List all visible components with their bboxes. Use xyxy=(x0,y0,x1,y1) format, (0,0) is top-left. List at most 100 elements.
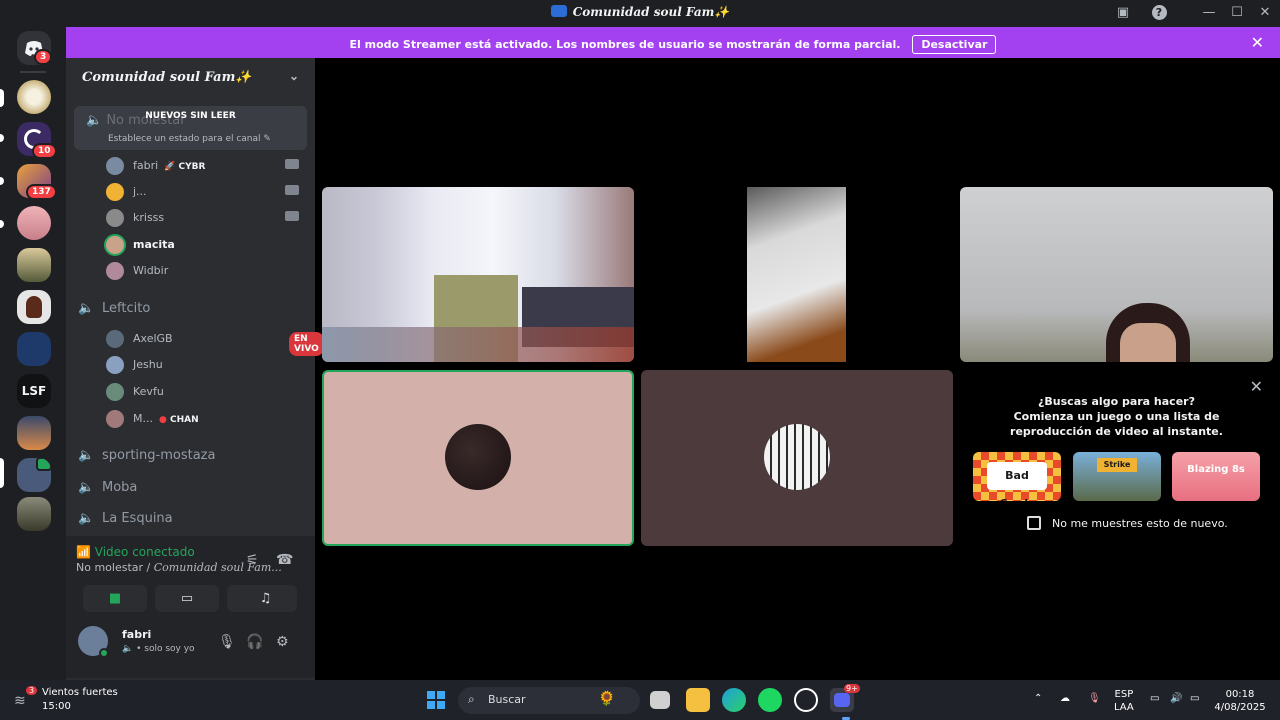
microphone-tray-icon[interactable]: 🎙 xyxy=(1088,692,1101,705)
weather-widget[interactable]: Vientos fuertes 15:00 xyxy=(42,686,118,714)
selected-pill xyxy=(0,458,4,488)
voice-status[interactable]: 📶 Video conectado xyxy=(76,545,195,559)
taskbar-search[interactable]: ⌕ Buscar 🌻 xyxy=(458,687,640,714)
voice-channel-leftcito[interactable]: 🔈 Leftcito xyxy=(78,301,150,316)
app-icon xyxy=(550,5,567,17)
guild-name: Comunidad soul Fam✨ xyxy=(82,70,252,85)
title-bar: Comunidad soul Fam✨ ▣ ? — ☐ ✕ xyxy=(0,0,1280,27)
speaker-icon: 🔈 xyxy=(78,448,95,463)
promo-subtext: Comienza un juego o una lista de reprodu… xyxy=(1010,410,1223,438)
edge-icon[interactable] xyxy=(722,688,746,712)
server-voice[interactable] xyxy=(17,458,51,492)
task-view-icon[interactable] xyxy=(650,691,670,709)
avatar xyxy=(445,424,511,490)
server-blue[interactable] xyxy=(17,332,51,366)
dont-show-again-label: No me muestres esto de nuevo. xyxy=(1052,517,1228,530)
language-indicator[interactable]: ESP LAA xyxy=(1114,688,1134,714)
guild-header[interactable]: Comunidad soul Fam✨ ⌄ xyxy=(66,58,315,98)
voice-channel-moba[interactable]: 🔈 Moba xyxy=(78,480,137,495)
video-tile-avatar-piano[interactable] xyxy=(641,370,953,546)
online-status-dot xyxy=(99,648,109,658)
unread-label: NUEVOS SIN LEER xyxy=(145,111,236,121)
avatar xyxy=(106,209,124,227)
network-icon[interactable]: ▭ xyxy=(1150,692,1159,705)
video-tile-ceiling[interactable] xyxy=(960,187,1273,362)
cloud-icon[interactable]: ☁ xyxy=(1060,692,1070,705)
search-icon: ⌕ xyxy=(468,692,475,706)
camera-button[interactable]: ■ xyxy=(83,585,147,612)
maximize-icon[interactable]: ☐ xyxy=(1227,4,1247,22)
chevron-down-icon: ⌄ xyxy=(288,69,299,83)
home-badge: 3 xyxy=(34,49,53,65)
camera-icon xyxy=(285,185,299,195)
game-tile-blazing-8s[interactable]: Blazing 8s xyxy=(1172,452,1260,501)
lock-speaker-icon: 🔈 xyxy=(78,511,95,526)
user-status: 🔈 • solo soy yo xyxy=(122,644,195,654)
file-explorer-icon[interactable] xyxy=(686,688,710,712)
live-badge: EN VIVO xyxy=(289,332,324,356)
promo-heading: ¿Buscas algo para hacer? xyxy=(1038,395,1195,408)
help-icon[interactable]: ? xyxy=(1149,4,1169,22)
screen-share-button[interactable]: ▭ xyxy=(155,585,219,612)
channel-status-prompt[interactable]: Establece un estado para el canal ✎ xyxy=(108,134,271,144)
video-tile-avatar-speaking[interactable] xyxy=(322,370,634,546)
server-sunset[interactable] xyxy=(17,416,51,450)
unread-pill xyxy=(0,220,4,228)
user-panel: fabri 🔈 • solo soy yo 🎙 🎧 ⚙ xyxy=(66,624,315,678)
windows-taskbar: ≋ 3 Vientos fuertes 15:00 ⌕ Buscar 🌻 9+ … xyxy=(0,680,1280,720)
server-room[interactable] xyxy=(17,248,51,282)
avatar xyxy=(106,183,124,201)
chatgpt-icon[interactable] xyxy=(794,688,818,712)
dont-show-again-checkbox[interactable] xyxy=(1027,516,1041,530)
battery-icon[interactable]: ▭ xyxy=(1190,692,1199,705)
server-rail: 3 10 137 LSF xyxy=(0,27,66,680)
headphones-icon[interactable]: 🎧 xyxy=(246,634,263,650)
speaker-icon: 🔈 xyxy=(78,480,95,495)
activity-promo: ✕ ¿Buscas algo para hacer? Comienza un j… xyxy=(960,370,1273,546)
avatar xyxy=(106,410,124,428)
rail-divider xyxy=(20,71,46,73)
spotify-icon[interactable] xyxy=(758,688,782,712)
inbox-icon[interactable]: ▣ xyxy=(1113,4,1133,22)
game-tile-bad-cards[interactable]: Bad Cards xyxy=(973,452,1061,501)
speaker-icon: 🔈 xyxy=(78,301,95,316)
deactivate-button[interactable]: Desactivar xyxy=(912,35,997,54)
voice-channel-sporting-mostaza[interactable]: 🔈 sporting-mostaza xyxy=(78,448,215,463)
avatar xyxy=(764,424,830,490)
server-lsf[interactable]: LSF xyxy=(17,374,51,408)
selected-pill xyxy=(0,89,4,107)
close-banner-icon[interactable]: ✕ xyxy=(1251,33,1264,52)
server-pink[interactable] xyxy=(17,206,51,240)
close-window-icon[interactable]: ✕ xyxy=(1255,4,1275,22)
video-tile-floor[interactable] xyxy=(747,187,846,362)
minimize-icon[interactable]: — xyxy=(1199,4,1219,22)
streamer-mode-banner: El modo Streamer está activado. Los nomb… xyxy=(66,27,1280,58)
voice-channel-la-esquina[interactable]: 🔈 La Esquina xyxy=(78,511,173,526)
camera-icon xyxy=(285,159,299,169)
weather-icon[interactable]: ≋ 3 xyxy=(14,686,38,709)
server-soul-fam[interactable] xyxy=(17,80,51,114)
server-badge-10: 10 xyxy=(32,143,57,159)
sunflower-icon: 🌻 xyxy=(598,691,616,707)
banner-message: El modo Streamer está activado. Los nomb… xyxy=(349,38,901,51)
user-name: fabri xyxy=(122,628,152,641)
server-group[interactable] xyxy=(17,497,51,531)
video-tile-room[interactable] xyxy=(322,187,634,362)
noise-suppression-icon[interactable]: ⚟ xyxy=(246,552,259,568)
camera-icon xyxy=(285,211,299,221)
unread-pill xyxy=(0,177,4,185)
disconnect-icon[interactable]: ☎ xyxy=(276,552,293,568)
chevron-up-icon[interactable]: ⌃ xyxy=(1034,692,1042,705)
window-title: Comunidad soul Fam✨ xyxy=(0,5,1280,19)
microphone-icon[interactable]: 🎙 xyxy=(218,634,236,650)
volume-icon[interactable]: 🔊 xyxy=(1170,692,1182,705)
unread-popup[interactable]: 🔈 No molestar NUEVOS SIN LEER Establece … xyxy=(74,106,307,150)
soundboard-button[interactable]: ♫ xyxy=(234,585,297,612)
clock[interactable]: 00:18 4/08/2025 xyxy=(1210,688,1270,714)
server-character[interactable] xyxy=(17,290,51,324)
game-tile-strike[interactable]: Strike xyxy=(1073,452,1161,501)
windows-start-icon[interactable] xyxy=(424,688,448,712)
server-badge-137: 137 xyxy=(26,184,57,200)
settings-gear-icon[interactable]: ⚙ xyxy=(276,634,289,650)
discord-taskbar-icon[interactable]: 9+ xyxy=(830,684,860,712)
